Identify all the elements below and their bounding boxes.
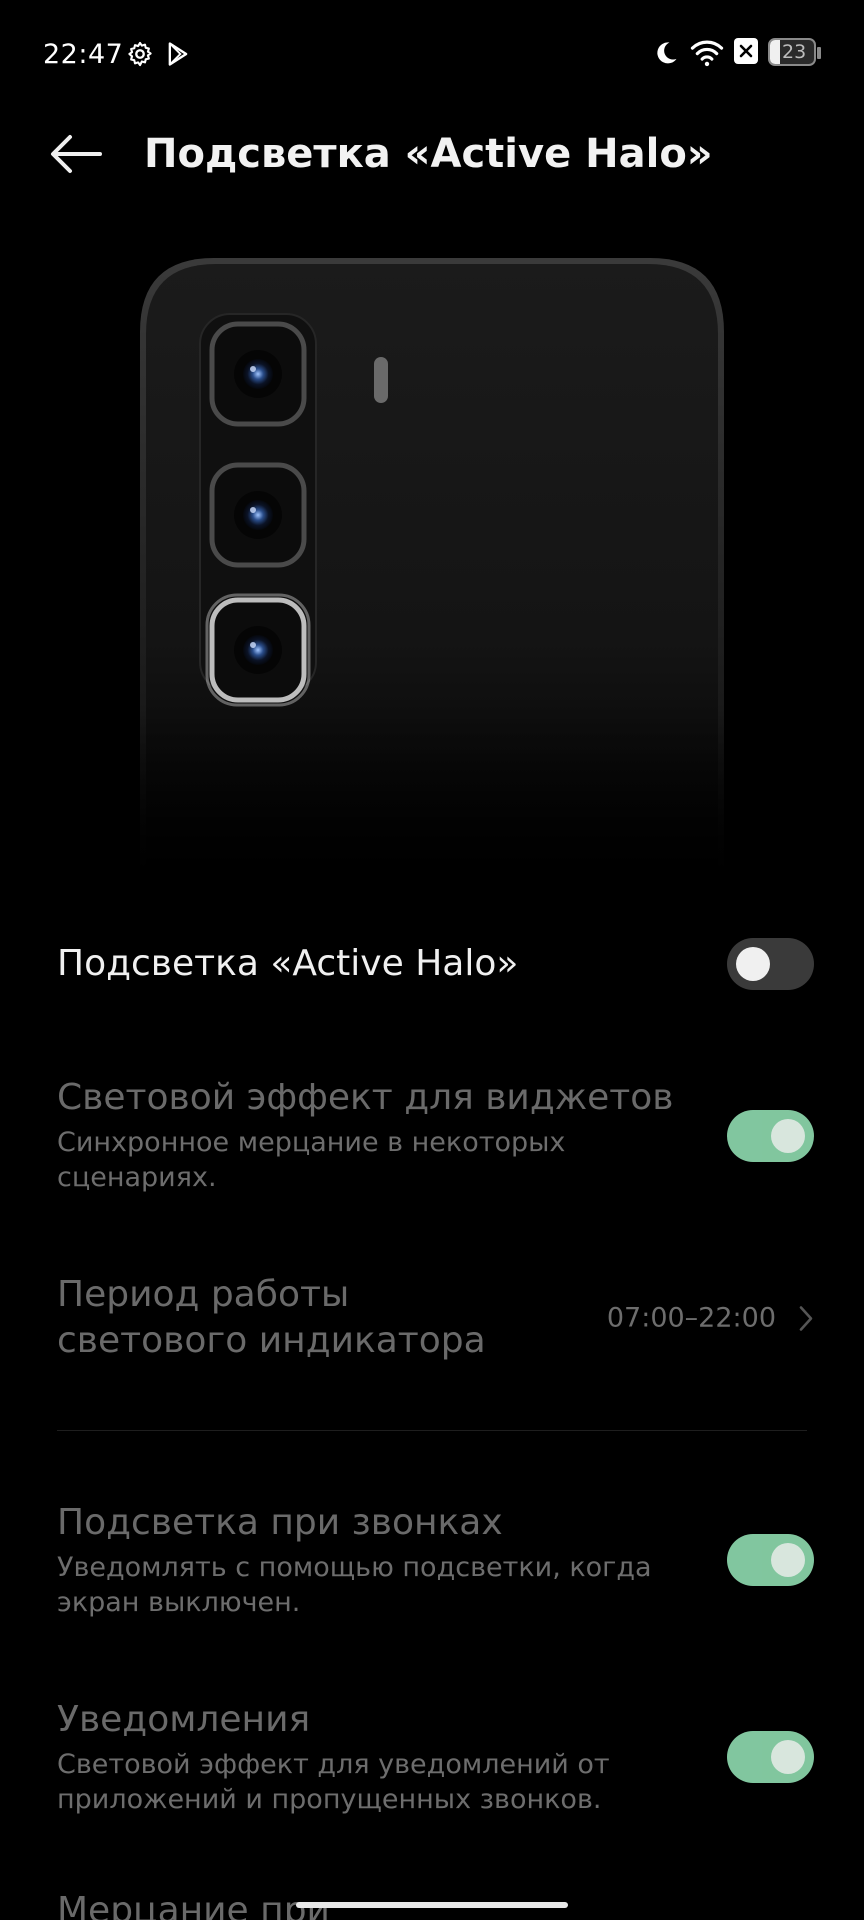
setting-row-notifications[interactable]: Уведомления Световой эффект для уведомле… <box>57 1697 814 1822</box>
back-arrow-icon <box>51 135 102 173</box>
notifications-toggle[interactable] <box>727 1731 814 1783</box>
play-store-icon <box>168 42 188 66</box>
setting-sub-notifications: Световой эффект для уведомлений от прило… <box>57 1749 610 1815</box>
gear-icon <box>128 41 152 67</box>
home-indicator[interactable] <box>296 1902 568 1908</box>
phone-back-illustration <box>132 258 732 892</box>
toggle-knob <box>771 1543 805 1577</box>
chevron-right-icon <box>799 1305 813 1331</box>
active-halo-toggle[interactable] <box>727 938 814 990</box>
setting-sub-calls: Уведомлять с помощью подсветки, когда эк… <box>57 1552 652 1618</box>
sim-off-icon <box>734 38 758 64</box>
battery-level: 23 <box>782 41 807 63</box>
battery-icon: 23 <box>768 38 816 66</box>
toggle-knob <box>736 947 770 981</box>
setting-row-period[interactable]: Период работы светового индикатора 07:00… <box>57 1272 814 1364</box>
section-divider <box>57 1430 807 1431</box>
setting-label-calls: Подсветка при звонках <box>57 1502 503 1543</box>
page-title: Подсветка «Active Halo» <box>144 131 713 177</box>
setting-sub-widgets-effect: Синхронное мерцание в некоторых сценария… <box>57 1127 566 1193</box>
setting-row-calls[interactable]: Подсветка при звонках Уведомлять с помощ… <box>57 1500 814 1625</box>
battery-tip <box>817 47 821 59</box>
period-value: 07:00–22:00 <box>606 1302 776 1334</box>
status-bar: 22:47 23 <box>0 0 864 110</box>
toggle-knob <box>771 1740 805 1774</box>
wifi-icon <box>690 40 724 67</box>
status-time: 22:47 <box>43 39 124 70</box>
back-button[interactable] <box>46 128 106 180</box>
toggle-knob <box>771 1119 805 1153</box>
setting-label-widgets-effect: Световой эффект для виджетов <box>57 1077 674 1118</box>
phone-preview-image <box>132 252 732 892</box>
calls-toggle[interactable] <box>727 1534 814 1586</box>
setting-row-active-halo[interactable]: Подсветка «Active Halo» <box>57 938 814 990</box>
setting-row-widgets-effect[interactable]: Световой эффект для виджетов Синхронное … <box>57 1075 814 1200</box>
app-header: Подсветка «Active Halo» <box>0 110 864 200</box>
setting-label-notifications: Уведомления <box>57 1699 311 1740</box>
widgets-effect-toggle[interactable] <box>727 1110 814 1162</box>
period-value-group: 07:00–22:00 <box>607 1303 814 1334</box>
moon-icon <box>657 42 677 64</box>
setting-label-active-halo: Подсветка «Active Halo» <box>57 943 519 984</box>
